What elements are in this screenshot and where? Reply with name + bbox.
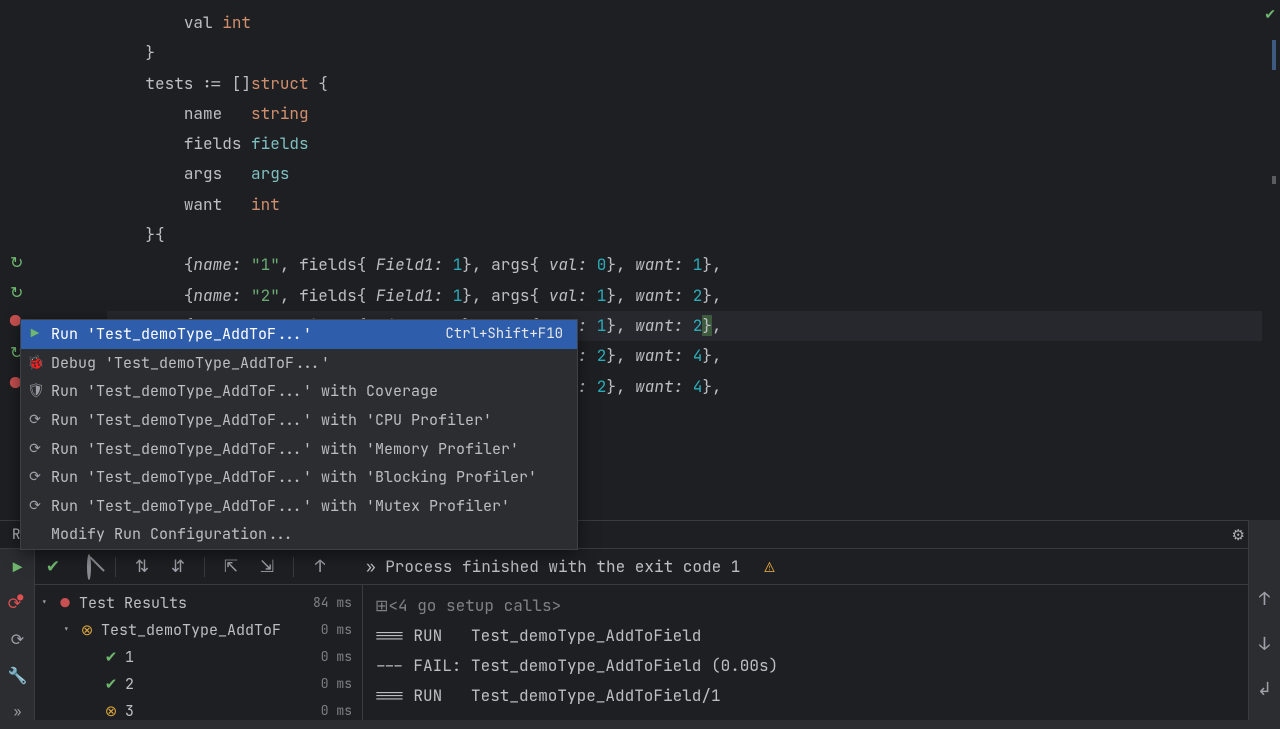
warning-icon: ⚠ xyxy=(764,556,774,578)
more-icon[interactable]: » xyxy=(0,693,35,729)
pass-icon: ✔ xyxy=(101,674,121,694)
toggle-auto-icon[interactable]: ⟳ xyxy=(0,621,35,657)
toolwindow-right-rail: ↑ ↓ ↲ xyxy=(1248,520,1280,720)
expand-icon[interactable]: ⇱ xyxy=(221,556,241,578)
bug-red-icon: 🐞 xyxy=(27,354,43,372)
run-toolwindow: R ⚙ — ▶ ⟳● ⟳ 🔧 » ✔ ⇅ ⇵ ⇱ ⇲ ↑ » Process f… xyxy=(0,520,1280,720)
context-menu-item[interactable]: Modify Run Configuration... xyxy=(21,520,577,549)
collapse-icon[interactable]: ⇲ xyxy=(257,556,277,578)
menu-item-label: Run 'Test_demoType_AddToF...' with 'Bloc… xyxy=(51,467,563,487)
test-tree[interactable]: ▾ ● Test Results 84 ms ▾ ⊗ Test_demoType… xyxy=(35,585,363,720)
menu-item-label: Run 'Test_demoType_AddToF...' with Cover… xyxy=(51,381,563,401)
context-menu-item[interactable]: ⟳ Run 'Test_demoType_AddToF...' with 'Mut… xyxy=(21,492,577,521)
sort-icon[interactable]: ⇅ xyxy=(132,556,152,578)
tree-suite[interactable]: ▾ ⊗ Test_demoType_AddToF 0 ms xyxy=(35,616,362,643)
wrench-icon[interactable]: 🔧 xyxy=(0,657,35,693)
context-menu-item[interactable]: ⟳ Run 'Test_demoType_AddToF...' with 'Blo… xyxy=(21,463,577,492)
menu-item-label: Debug 'Test_demoType_AddToF...' xyxy=(51,353,563,373)
minimap-marker[interactable] xyxy=(1272,40,1276,70)
fail-icon: ● xyxy=(55,593,75,613)
context-menu-item[interactable]: 🛡 Run 'Test_demoType_AddToF...' with Cove… xyxy=(21,377,577,406)
rerun-failed-icon[interactable]: ⟳● xyxy=(0,585,35,621)
run-gutter-icon[interactable] xyxy=(10,252,26,268)
menu-item-label: Modify Run Configuration... xyxy=(51,524,563,544)
context-menu-item[interactable]: ▶ Run 'Test_demoType_AddToF...' Ctrl+Shift… xyxy=(21,320,577,349)
fail-icon: ⊗ xyxy=(101,701,121,721)
menu-item-label: Run 'Test_demoType_AddToF...' with 'Mute… xyxy=(51,496,563,516)
menu-item-label: Run 'Test_demoType_AddToF...' with 'CPU … xyxy=(51,410,563,430)
tree-test[interactable]: ✔ 1 0 ms xyxy=(35,643,362,670)
prev-icon[interactable]: ↑ xyxy=(310,556,330,578)
separator xyxy=(204,557,205,577)
chevron-down-icon[interactable]: ▾ xyxy=(41,596,55,610)
toolwindow-left-gutter: ▶ ⟳● ⟳ 🔧 » xyxy=(0,549,35,720)
run-context-menu: ▶ Run 'Test_demoType_AddToF...' Ctrl+Shift… xyxy=(20,319,578,550)
clock-gray-icon: ⟳ xyxy=(27,468,43,486)
fail-icon: ⊗ xyxy=(77,620,97,640)
menu-item-label: Run 'Test_demoType_AddToF...' xyxy=(51,324,437,344)
context-menu-item[interactable]: ⟳ Run 'Test_demoType_AddToF...' with 'Mem… xyxy=(21,434,577,463)
show-ignored-icon[interactable] xyxy=(79,556,99,578)
analysis-ok-icon[interactable]: ✔ xyxy=(1264,6,1276,24)
menu-item-label: Run 'Test_demoType_AddToF...' with 'Memo… xyxy=(51,439,563,459)
clock-gray-icon: ⟳ xyxy=(27,440,43,458)
editor-right-rail: ✔ xyxy=(1262,0,1280,520)
test-output[interactable]: ⊞<4 go setup calls> === RUN Test_demoTyp… xyxy=(363,585,1280,720)
tree-root[interactable]: ▾ ● Test Results 84 ms xyxy=(35,589,362,616)
run-gutter-icon[interactable] xyxy=(10,282,26,298)
context-menu-item[interactable]: 🐞 Debug 'Test_demoType_AddToF...' xyxy=(21,349,577,378)
show-passed-icon[interactable]: ✔ xyxy=(43,556,63,578)
chevron-down-icon[interactable]: ▾ xyxy=(63,623,77,637)
sort-alpha-icon[interactable]: ⇵ xyxy=(168,556,188,578)
minimap-marker[interactable] xyxy=(1272,176,1276,184)
soft-wrap-icon[interactable]: ↲ xyxy=(1257,678,1272,701)
pass-icon: ✔ xyxy=(101,647,121,667)
separator xyxy=(293,557,294,577)
arrow-up-icon[interactable]: ↑ xyxy=(1259,588,1270,611)
test-toolbar: ✔ ⇅ ⇵ ⇱ ⇲ ↑ » Process finished with the … xyxy=(35,549,1280,585)
process-status: » Process finished with the exit code 1 xyxy=(366,556,740,577)
clock-gray-icon: ⟳ xyxy=(27,497,43,515)
clock-gray-icon: ⟳ xyxy=(27,411,43,429)
context-menu-item[interactable]: ⟳ Run 'Test_demoType_AddToF...' with 'CPU… xyxy=(21,406,577,435)
separator xyxy=(115,557,116,577)
tree-test[interactable]: ✔ 2 0 ms xyxy=(35,670,362,697)
rerun-icon[interactable]: ▶ xyxy=(0,549,35,585)
menu-shortcut: Ctrl+Shift+F10 xyxy=(445,325,563,343)
arrow-down-icon[interactable]: ↓ xyxy=(1259,633,1270,656)
shield-gray-icon: 🛡 xyxy=(27,382,43,400)
play-green-icon: ▶ xyxy=(27,325,43,343)
